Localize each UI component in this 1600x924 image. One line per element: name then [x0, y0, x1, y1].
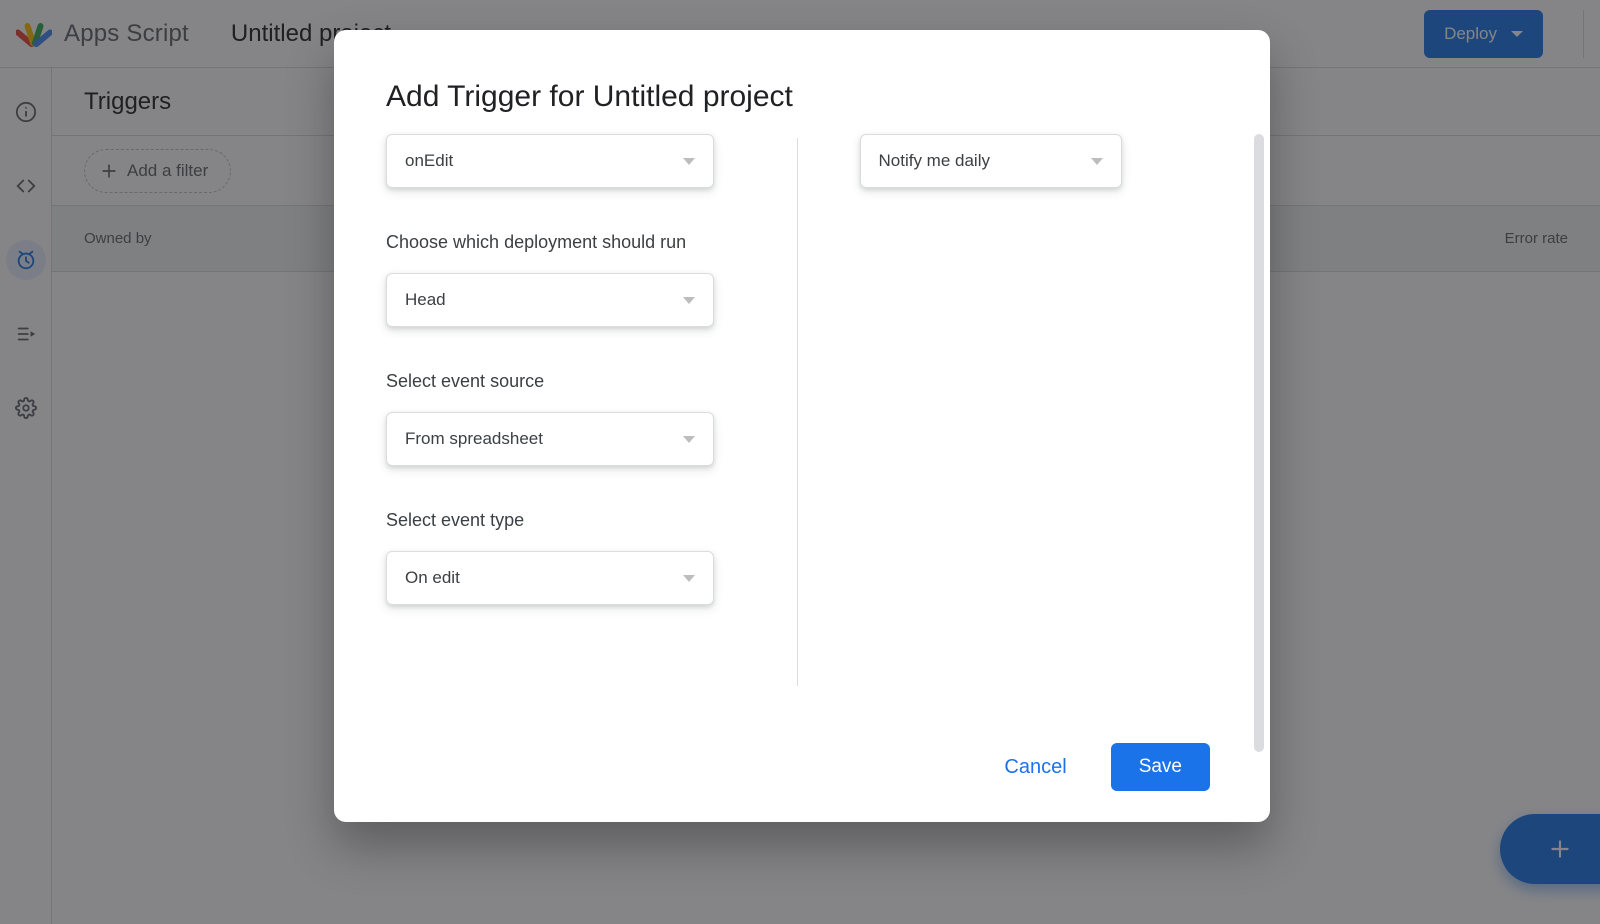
modal-footer: Cancel Save [334, 712, 1270, 822]
event-source-select-value: From spreadsheet [405, 429, 543, 449]
save-button[interactable]: Save [1111, 743, 1210, 791]
deployment-label: Choose which deployment should run [386, 232, 745, 253]
event-type-select[interactable]: On edit [386, 551, 714, 605]
function-select-value: onEdit [405, 151, 453, 171]
modal-left-column: onEdit Choose which deployment should ru… [386, 134, 745, 712]
chevron-down-icon [683, 436, 695, 443]
chevron-down-icon [1091, 158, 1103, 165]
modal-right-column: Notify me daily [850, 134, 1219, 712]
event-source-select[interactable]: From spreadsheet [386, 412, 714, 466]
chevron-down-icon [683, 297, 695, 304]
scrollbar-thumb[interactable] [1254, 134, 1264, 752]
chevron-down-icon [683, 158, 695, 165]
event-type-label: Select event type [386, 510, 745, 531]
cancel-button[interactable]: Cancel [1004, 756, 1066, 779]
modal-scrollbar[interactable] [1254, 134, 1264, 752]
event-type-select-value: On edit [405, 568, 460, 588]
notification-select[interactable]: Notify me daily [860, 134, 1122, 188]
column-divider [797, 138, 798, 686]
add-trigger-modal: Add Trigger for Untitled project onEdit … [334, 30, 1270, 822]
chevron-down-icon [683, 575, 695, 582]
deployment-select-value: Head [405, 290, 446, 310]
function-select[interactable]: onEdit [386, 134, 714, 188]
notification-select-value: Notify me daily [879, 151, 990, 171]
event-source-label: Select event source [386, 371, 745, 392]
deployment-select[interactable]: Head [386, 273, 714, 327]
modal-title: Add Trigger for Untitled project [334, 30, 1270, 134]
